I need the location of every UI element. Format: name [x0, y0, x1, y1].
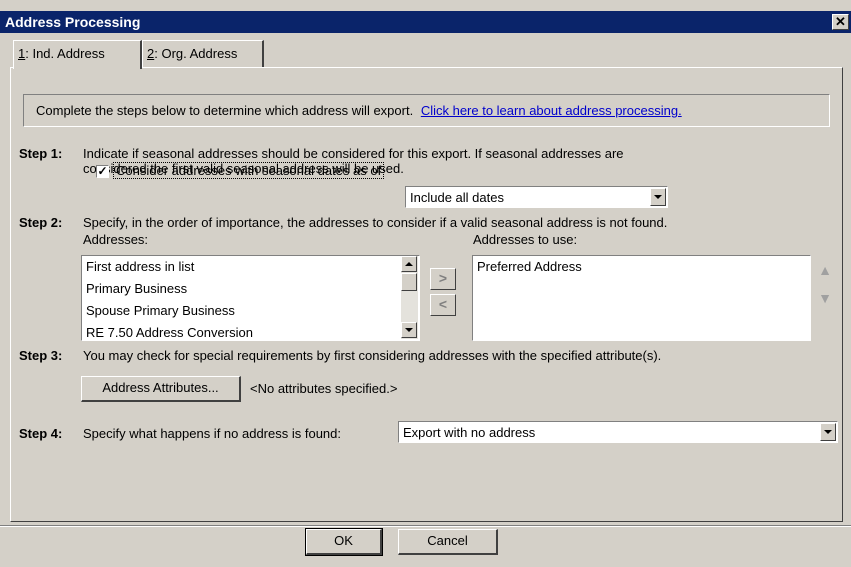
- dropdown-arrow-icon[interactable]: [820, 423, 836, 441]
- move-up-glyph: ▲: [818, 262, 832, 278]
- close-button[interactable]: ✕: [832, 14, 849, 30]
- list-item[interactable]: Preferred Address: [473, 256, 810, 278]
- scroll-thumb[interactable]: [401, 273, 417, 291]
- title-bar: Address Processing ✕: [0, 11, 851, 33]
- ok-button[interactable]: OK: [305, 528, 383, 556]
- footer-divider: [0, 525, 851, 527]
- chevron-right-icon: >: [438, 270, 448, 286]
- scroll-up-icon[interactable]: [401, 256, 417, 272]
- learn-more-link[interactable]: Click here to learn about address proces…: [421, 103, 682, 118]
- close-icon: ✕: [835, 14, 846, 29]
- step2-text: Specify, in the order of importance, the…: [83, 215, 668, 230]
- step3-text: You may check for special requirements b…: [83, 348, 662, 363]
- move-down-glyph: ▼: [818, 290, 832, 306]
- chevron-left-icon: <: [438, 296, 448, 312]
- step4-label: Step 4:: [19, 426, 63, 441]
- intro-box: Complete the steps below to determine wh…: [23, 94, 830, 127]
- no-address-action-value: Export with no address: [403, 425, 536, 440]
- dialog-title: Address Processing: [5, 14, 141, 30]
- addresses-scrollbar[interactable]: [401, 256, 418, 339]
- list-item[interactable]: RE 7.50 Address Conversion: [82, 322, 419, 340]
- step3-label: Step 3:: [19, 348, 63, 363]
- tab-ind-address[interactable]: 1: Ind. Address: [13, 40, 142, 69]
- step1-text-line1: Indicate if seasonal addresses should be…: [83, 146, 624, 161]
- list-item[interactable]: Spouse Primary Business: [82, 300, 419, 322]
- step4-text: Specify what happens if no address is fo…: [83, 426, 341, 441]
- list-item[interactable]: Primary Business: [82, 278, 419, 300]
- no-address-action-select[interactable]: Export with no address: [398, 421, 838, 443]
- addresses-listbox[interactable]: First address in list Primary Business S…: [81, 255, 420, 341]
- seasonal-dates-checkbox[interactable]: ✓: [96, 165, 109, 178]
- remove-address-button[interactable]: <: [430, 294, 456, 316]
- add-address-button[interactable]: >: [430, 268, 456, 290]
- step1-label: Step 1:: [19, 146, 63, 161]
- step2-label: Step 2:: [19, 215, 63, 230]
- intro-text: Complete the steps below to determine wh…: [36, 103, 414, 118]
- list-item[interactable]: First address in list: [82, 256, 419, 278]
- seasonal-dates-select-value: Include all dates: [410, 190, 504, 205]
- address-processing-dialog: Address Processing ✕ 1: Ind. Address 2: …: [0, 0, 851, 567]
- addresses-label: Addresses:: [83, 232, 149, 247]
- address-attributes-button[interactable]: Address Attributes...: [81, 376, 241, 402]
- move-down-icon[interactable]: ▼: [816, 288, 834, 308]
- move-up-icon[interactable]: ▲: [816, 260, 834, 280]
- attributes-status: <No attributes specified.>: [250, 381, 398, 396]
- checkmark-icon: ✓: [97, 164, 108, 178]
- seasonal-dates-checkbox-label[interactable]: Consider addresses with seasonal dates a…: [112, 162, 385, 179]
- tab-ind-address-label: : Ind. Address: [25, 46, 105, 61]
- scroll-down-icon[interactable]: [401, 322, 417, 338]
- tab-org-address[interactable]: 2: Org. Address: [142, 40, 264, 67]
- cancel-button[interactable]: Cancel: [398, 529, 498, 555]
- dropdown-arrow-icon[interactable]: [650, 188, 666, 206]
- seasonal-dates-select[interactable]: Include all dates: [405, 186, 668, 208]
- addresses-to-use-label: Addresses to use:: [473, 232, 578, 247]
- addresses-to-use-listbox[interactable]: Preferred Address: [472, 255, 811, 341]
- tab-org-address-label: : Org. Address: [154, 46, 238, 61]
